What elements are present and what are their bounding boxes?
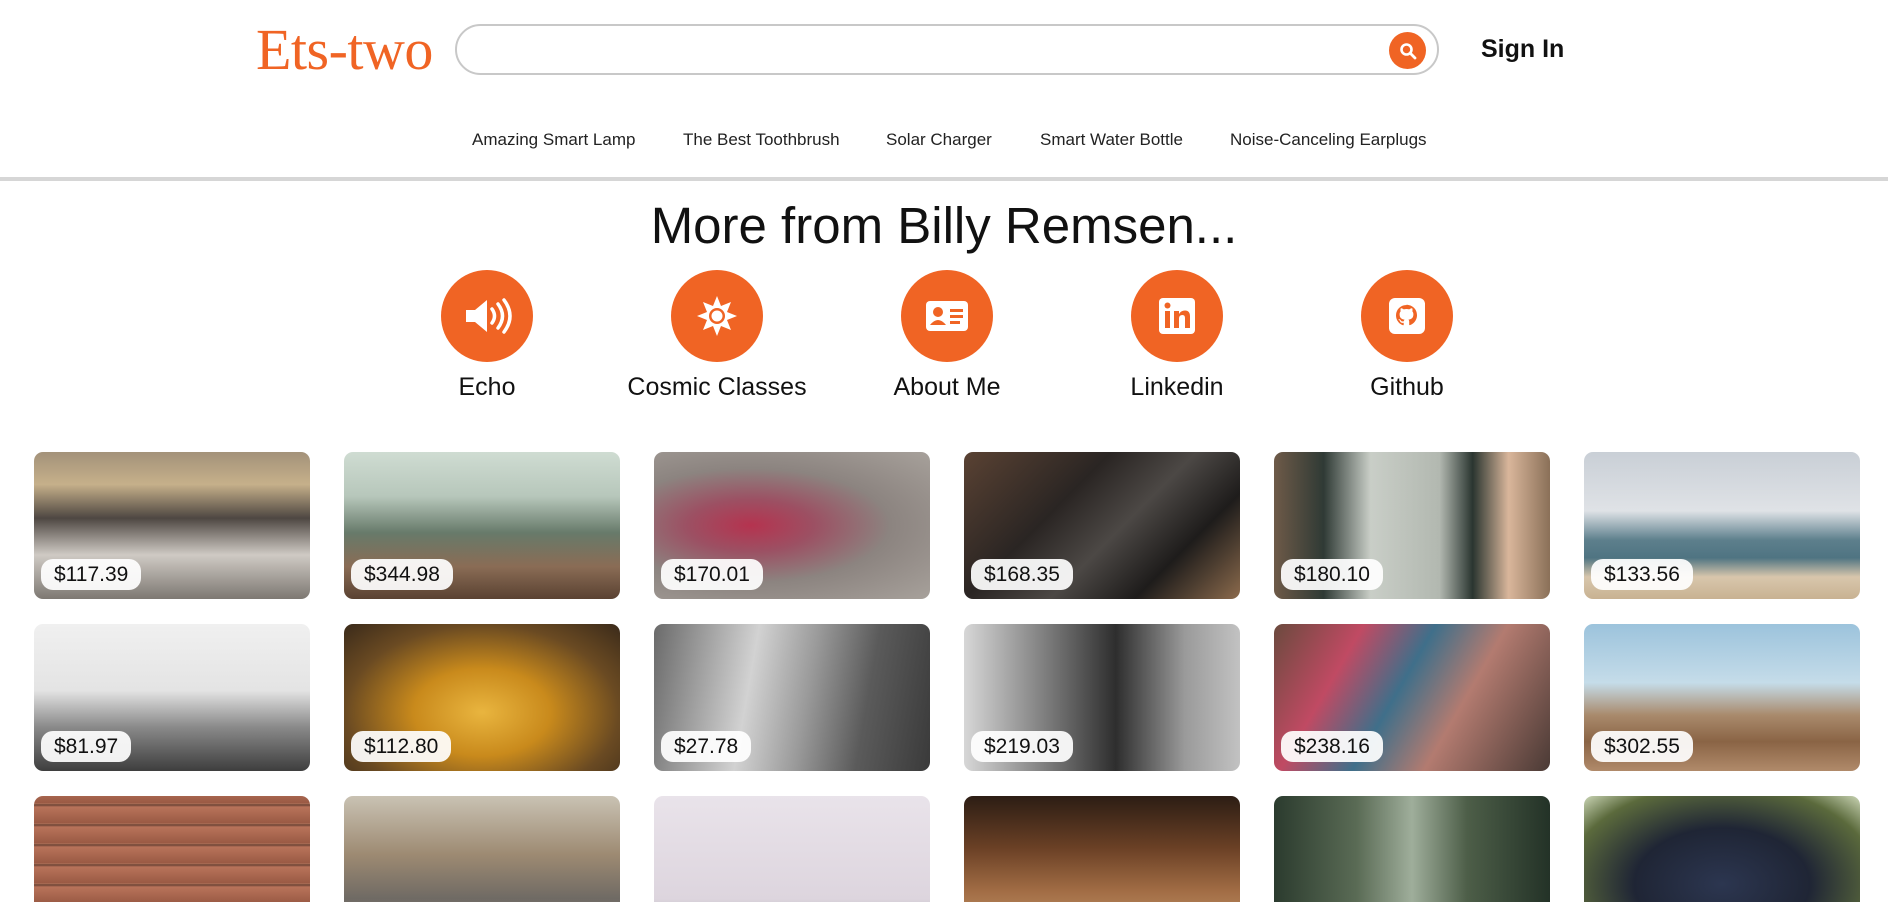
link-about-me[interactable]: About Me <box>847 270 1047 402</box>
link-echo-circle <box>441 270 533 362</box>
product-card[interactable] <box>34 796 310 902</box>
product-card[interactable]: $238.16 <box>1274 624 1550 771</box>
product-card[interactable] <box>1274 796 1550 902</box>
github-icon <box>1389 298 1425 334</box>
product-card[interactable]: $302.55 <box>1584 624 1860 771</box>
nav-link-smart-lamp[interactable]: Amazing Smart Lamp <box>472 130 635 150</box>
more-from-title: More from Billy Remsen... <box>650 197 1238 254</box>
link-echo-label: Echo <box>458 373 516 401</box>
link-cosmic-circle <box>671 270 763 362</box>
search-bar <box>455 24 1439 75</box>
product-price: $302.55 <box>1591 731 1693 762</box>
product-card[interactable]: $117.39 <box>34 452 310 599</box>
link-cosmic-label: Cosmic Classes <box>627 373 807 401</box>
search-input[interactable] <box>475 34 1375 66</box>
header-divider <box>0 177 1888 181</box>
product-card[interactable]: $219.03 <box>964 624 1240 771</box>
product-price: $170.01 <box>661 559 763 590</box>
speaker-icon <box>466 298 512 334</box>
product-price: $168.35 <box>971 559 1073 590</box>
product-price: $27.78 <box>661 731 752 762</box>
link-github[interactable]: Github <box>1307 270 1507 402</box>
nav-link-water-bottle[interactable]: Smart Water Bottle <box>1040 130 1183 150</box>
nav-link-toothbrush[interactable]: The Best Toothbrush <box>683 130 840 150</box>
product-card[interactable]: $344.98 <box>344 452 620 599</box>
nav-link-earplugs[interactable]: Noise-Canceling Earplugs <box>1230 130 1427 150</box>
product-card[interactable] <box>964 796 1240 902</box>
search-icon <box>1399 42 1416 59</box>
link-about-circle <box>901 270 993 362</box>
product-card[interactable] <box>344 796 620 902</box>
sign-in-link[interactable]: Sign In <box>1481 35 1564 64</box>
product-card[interactable]: $81.97 <box>34 624 310 771</box>
product-card[interactable]: $112.80 <box>344 624 620 771</box>
sun-icon <box>697 296 737 336</box>
product-card[interactable]: $168.35 <box>964 452 1240 599</box>
link-linkedin[interactable]: Linkedin <box>1077 270 1277 402</box>
link-cosmic-classes[interactable]: Cosmic Classes <box>617 270 817 402</box>
product-card[interactable]: $133.56 <box>1584 452 1860 599</box>
nav-link-solar-charger[interactable]: Solar Charger <box>886 130 992 150</box>
product-price: $117.39 <box>41 559 142 590</box>
product-nav: Amazing Smart Lamp The Best Toothbrush S… <box>0 130 1888 152</box>
product-card[interactable]: $170.01 <box>654 452 930 599</box>
search-button[interactable] <box>1389 32 1426 69</box>
link-about-label: About Me <box>893 373 1001 401</box>
linkedin-icon <box>1159 298 1195 334</box>
product-price: $81.97 <box>41 731 132 762</box>
product-price: $344.98 <box>351 559 453 590</box>
product-card[interactable]: $27.78 <box>654 624 930 771</box>
product-price: $238.16 <box>1281 731 1383 762</box>
site-logo[interactable]: Ets-two <box>256 14 433 86</box>
product-card[interactable]: $180.10 <box>1274 452 1550 599</box>
link-linkedin-circle <box>1131 270 1223 362</box>
link-github-label: Github <box>1370 373 1444 401</box>
product-price: $133.56 <box>1591 559 1693 590</box>
product-price: $112.80 <box>351 731 452 762</box>
link-linkedin-label: Linkedin <box>1130 373 1224 401</box>
product-card[interactable] <box>1584 796 1860 902</box>
link-github-circle <box>1361 270 1453 362</box>
id-card-icon <box>926 301 968 331</box>
product-card[interactable] <box>654 796 930 902</box>
link-echo[interactable]: Echo <box>387 270 587 402</box>
product-price: $180.10 <box>1281 559 1383 590</box>
product-price: $219.03 <box>971 731 1073 762</box>
